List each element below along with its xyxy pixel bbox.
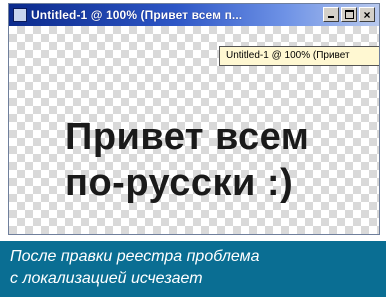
document-window: Untitled-1 @ 100% (Привет всем п... × Пр… (8, 3, 380, 235)
document-icon (13, 8, 27, 22)
minimize-button[interactable] (323, 7, 339, 22)
canvas-text-line-2: по-русски :) (65, 162, 294, 204)
caption-box: После правки реестра проблема с локализа… (0, 241, 386, 297)
canvas-text-layer: Привет всем по-русски :) (65, 114, 309, 206)
title-tooltip: Untitled-1 @ 100% (Привет (219, 46, 379, 66)
screenshot-frame: Untitled-1 @ 100% (Привет всем п... × Пр… (0, 0, 386, 297)
canvas-text-line-1: Привет всем (65, 116, 310, 158)
caption-line-1: После правки реестра проблема (10, 248, 260, 265)
close-button[interactable]: × (359, 7, 375, 22)
window-titlebar[interactable]: Untitled-1 @ 100% (Привет всем п... × (9, 4, 379, 26)
window-controls: × (323, 7, 375, 22)
maximize-button[interactable] (341, 7, 357, 22)
caption-line-2: с локализацией исчезает (10, 270, 203, 287)
window-title: Untitled-1 @ 100% (Привет всем п... (31, 8, 243, 22)
